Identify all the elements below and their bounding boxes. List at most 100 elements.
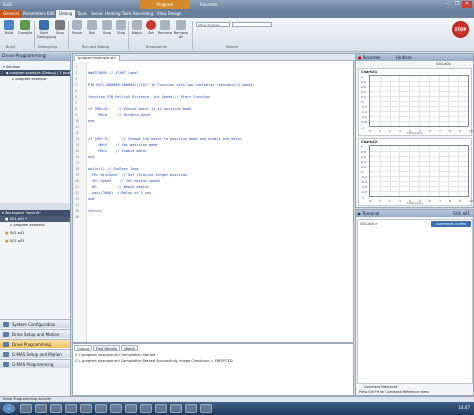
set-breakpoint-button[interactable]: Set	[144, 20, 158, 35]
build-icon	[4, 20, 14, 30]
editor-tab-program[interactable]: program example.ehl	[74, 55, 120, 61]
grid-line	[370, 186, 468, 187]
recorder-header: ● Recorder Unitless	[356, 54, 473, 61]
grid-line	[370, 86, 468, 87]
taskbar-app-icon[interactable]	[140, 404, 152, 413]
taskbar-app-icon[interactable]	[170, 404, 182, 413]
expand-icon[interactable]: ▾	[2, 211, 4, 215]
output-tabs: Output Find Results Watch	[74, 345, 139, 351]
watch-button[interactable]: Watch	[130, 20, 144, 35]
chart-2: Chart#2 0 1 2 3 4 5 6 7 8 9 10 1 0.8 0.6 0.4 0.2 0 -0.2 -0…	[358, 138, 473, 206]
taskbar-app-icon[interactable]	[35, 404, 47, 413]
taskbar-app-icon[interactable]	[80, 404, 92, 413]
taskbar-app-icon[interactable]	[95, 404, 107, 413]
grid-line	[370, 191, 468, 192]
tree-device-g01-a02[interactable]: ■ G01.a01	[0, 230, 70, 236]
y-tick-label: 0.8	[361, 149, 366, 154]
x-tick-label: 6	[429, 129, 431, 133]
taskbar-app-icon[interactable]	[125, 404, 137, 413]
recorder-panel: ● Recorder Unitless G01.a01 Chart#1 0 1 2 3…	[355, 53, 474, 208]
tree-device-g01-a03[interactable]: ■ G01.a03	[0, 238, 70, 244]
program-combo[interactable]: Other Program	[196, 22, 230, 27]
tree-program-example[interactable]: ▫ program example	[0, 222, 70, 228]
quick-access-label[interactable]: EnGi	[3, 2, 12, 7]
nav-drive-setup[interactable]: Drive Setup and Motion	[0, 329, 70, 338]
y-tick-label: 0.4	[361, 159, 366, 164]
y-tick-label: -0.6	[361, 115, 367, 120]
stop-debug-button[interactable]: Stop	[53, 20, 67, 35]
chart-2-xlabel: Time (sec)	[407, 201, 423, 205]
step-into-button[interactable]: Step	[100, 20, 114, 35]
line-number: 26	[75, 215, 80, 219]
group-build: Build	[6, 45, 15, 49]
stop-button[interactable]: STOP	[452, 21, 469, 38]
taskbar-app-icon[interactable]	[200, 404, 212, 413]
window-title: Recorder	[200, 2, 218, 7]
compile-button[interactable]: Compile	[18, 20, 32, 35]
nav-system-configuration[interactable]: System Configuration	[0, 319, 70, 328]
remove-icon	[160, 20, 170, 30]
grid-line	[370, 156, 468, 157]
terminal-output[interactable]: G01.a01> Commands Unified	[357, 219, 473, 384]
status-text: Drive Programming Activity	[3, 397, 52, 401]
terminal-device[interactable]: G01.a01	[453, 210, 470, 217]
y-tick-label: -0.4	[361, 110, 367, 115]
x-tick-label: 9	[459, 199, 461, 203]
terminal-hint: Press Ctrl+H for Command Reference menu	[359, 390, 430, 394]
tree-program-file[interactable]: ▫ program example	[0, 76, 70, 82]
minimize-button[interactable]: –	[442, 1, 452, 8]
taskbar-app-icon[interactable]	[65, 404, 77, 413]
chart-1-plot[interactable]: 0 1 2 3 4 5 6 7 8 9 10 1 0.8 0.6 0.4 0.2 0 -0.2 -0.4 -0.6 -0…	[361, 75, 473, 134]
command-reference-label[interactable]: Command Reference	[364, 385, 397, 389]
run-button[interactable]: Run	[85, 20, 99, 35]
taskbar-app-icon[interactable]	[20, 404, 32, 413]
tab-watch[interactable]: Watch	[121, 345, 138, 351]
editor-tabs: program example.ehl	[73, 54, 355, 61]
x-tick-label: 8	[449, 199, 451, 203]
pause-button[interactable]: Pause	[70, 20, 84, 35]
start-button[interactable]	[3, 404, 15, 413]
tab-find-results[interactable]: Find Results	[93, 345, 121, 351]
chart-2-plot[interactable]: 0 1 2 3 4 5 6 7 8 9 10 1 0.8 0.6 0.4 0.2 0 -0.2 -0.4 -0.6 -0…	[361, 145, 473, 204]
recorder-device[interactable]: G01.a01	[436, 62, 451, 66]
remove-breakpoint-button[interactable]: Remove	[158, 20, 172, 35]
taskbar-app-icon[interactable]	[50, 404, 62, 413]
tab-view-design[interactable]: View Design	[154, 10, 185, 18]
step-over-icon	[116, 20, 126, 30]
tab-debug[interactable]: Debug	[56, 10, 76, 18]
taskbar-app-icon[interactable]	[110, 404, 122, 413]
drive-programming-icon	[3, 342, 9, 347]
recorder-unit[interactable]: Unitless	[396, 55, 412, 60]
nav-drive-programming[interactable]: Drive Programming	[0, 339, 70, 348]
y-tick-label: 1	[361, 74, 363, 79]
step-into-icon	[102, 20, 112, 30]
start-debugging-button[interactable]: Start Debugging	[37, 20, 56, 39]
code-text: MO=1 // Enable motor	[88, 149, 148, 153]
x-tick-label: 0	[369, 129, 371, 133]
tab-recording[interactable]: Recording	[130, 10, 156, 18]
remove-all-breakpoints-button[interactable]: Remove all	[172, 20, 190, 39]
run-icon	[87, 20, 97, 30]
step-over-button[interactable]: Step	[114, 20, 128, 35]
code-line[interactable]: 26	[75, 214, 353, 220]
taskbar-app-icon[interactable]	[155, 404, 167, 413]
title-bar: EnGi Program Recorder – ❐ ✕	[0, 0, 474, 9]
taskbar-app-icon[interactable]	[185, 404, 197, 413]
nav-gmas-setup[interactable]: G-MAS Setup and Motion	[0, 349, 70, 358]
code-editor[interactable]: program example.ehl 1 2 #WATCHDOG // START…	[72, 53, 355, 343]
code-text: end	[88, 155, 95, 159]
code-text: while(1) // Endless loop	[88, 167, 139, 171]
commands-unified-button[interactable]: Commands Unified	[431, 221, 471, 227]
expand-icon[interactable]: ▾	[3, 65, 5, 69]
grid-line	[370, 166, 468, 167]
x-tick-label: 8	[449, 129, 451, 133]
tab-output[interactable]: Output	[74, 345, 93, 351]
search-combo[interactable]	[232, 22, 272, 27]
close-button[interactable]: ✕	[462, 1, 472, 8]
build-button[interactable]: Build	[2, 20, 16, 35]
nav-gmas-programming[interactable]: G-MAS Programming	[0, 359, 70, 368]
record-icon[interactable]: ●	[358, 55, 362, 60]
x-tick-label: 9	[459, 129, 461, 133]
tab-general[interactable]: General	[0, 10, 22, 18]
maximize-button[interactable]: ❐	[452, 1, 462, 8]
